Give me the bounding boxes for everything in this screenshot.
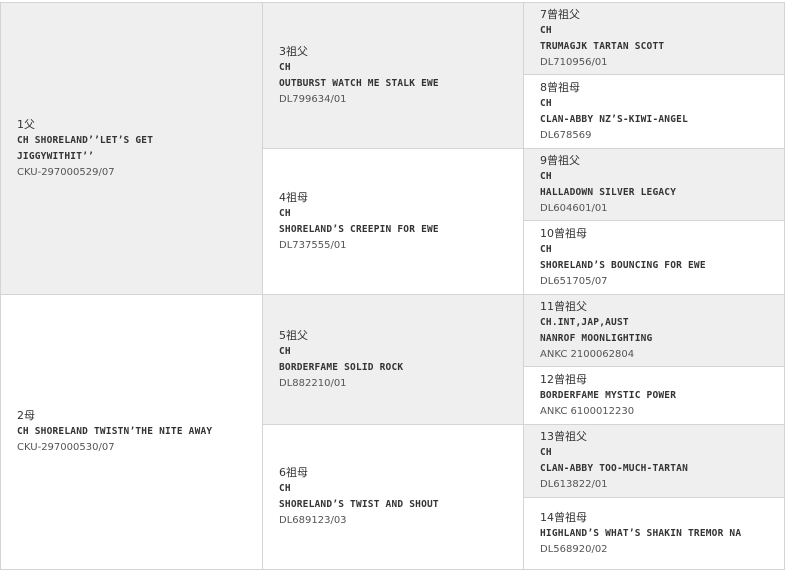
position-label: 9曾祖父 [540,153,580,167]
pedigree-cell-great-grandsire-7: 7曾祖父 CH TRUMAGJK TARTAN SCOTT DL710956/0… [523,2,785,75]
registration-number: DL737555/01 [279,239,347,251]
position-label: 10曾祖母 [540,226,587,240]
pedigree-cell-granddam-paternal: 4祖母 CH SHORELAND’S CREEPIN FOR EWE DL737… [262,148,524,295]
pedigree-cell-great-granddam-12: 12曾祖母 BORDERFAME MYSTIC POWER ANKC 61000… [523,366,785,425]
pedigree-cell-great-granddam-8: 8曾祖母 CH CLAN-ABBY NZ’S-KIWI-ANGEL DL6785… [523,74,785,149]
dog-title: CH [279,483,291,494]
position-label: 2母 [17,409,35,422]
dog-title: CH [279,61,291,73]
registration-number: DL604601/01 [540,202,608,214]
position-label: 7曾祖父 [540,7,580,21]
registration-number: CKU-297000530/07 [17,442,115,453]
registration-number: ANKC 2100062804 [540,348,635,360]
registration-number: DL613822/01 [540,479,608,490]
registration-number: CKU-297000529/07 [17,166,115,178]
dog-name: SHORELAND’S TWIST AND SHOUT [279,499,439,510]
pedigree-cell-great-granddam-14: 14曾祖母 HIGHLAND’S WHAT’S SHAKIN TREMOR NA… [523,497,785,570]
position-label: 8曾祖母 [540,80,580,94]
pedigree-cell-dam: 2母 CH SHORELAND TWISTN’THE NITE AWAY CKU… [0,294,263,570]
registration-number: DL799634/01 [279,93,347,105]
registration-number: DL710956/01 [540,56,608,68]
position-label: 3祖父 [279,44,308,58]
pedigree-cell-great-grandsire-9: 9曾祖父 CH HALLADOWN SILVER LEGACY DL604601… [523,148,785,221]
pedigree-cell-granddam-maternal: 6祖母 CH SHORELAND’S TWIST AND SHOUT DL689… [262,424,524,570]
registration-number: ANKC 6100012230 [540,405,635,417]
position-label: 12曾祖母 [540,372,587,386]
pedigree-table: 1父 CH SHORELAND’’LET’S GET JIGGYWITHIT’’ … [0,0,787,579]
dog-title: CH [279,207,291,219]
pedigree-cell-great-grandsire-11: 11曾祖父 CH.INT,JAP,AUST NANROF MOONLIGHTIN… [523,294,785,367]
dog-name: CH SHORELAND’’LET’S GET JIGGYWITHIT’’ [17,134,154,162]
dog-name: BORDERFAME MYSTIC POWER [540,389,677,401]
registration-number: DL678569 [540,129,592,141]
dog-title: CH [540,447,552,458]
dog-name: HIGHLAND’S WHAT’S SHAKIN TREMOR NA [540,527,742,539]
dog-name: TRUMAGJK TARTAN SCOTT [540,40,665,52]
dog-name: NANROF MOONLIGHTING [540,332,653,344]
position-label: 13曾祖父 [540,430,587,443]
registration-number: DL689123/03 [279,515,347,526]
dog-title: CH [279,345,291,357]
dog-name: CH SHORELAND TWISTN’THE NITE AWAY [17,426,213,437]
pedigree-cell-grandsire-paternal: 3祖父 CH OUTBURST WATCH ME STALK EWE DL799… [262,2,524,149]
dog-title: CH.INT,JAP,AUST [540,316,629,328]
dog-name: CLAN-ABBY NZ’S-KIWI-ANGEL [540,113,688,125]
dog-name: SHORELAND’S BOUNCING FOR EWE [540,259,706,271]
position-label: 5祖父 [279,328,308,342]
position-label: 11曾祖父 [540,299,587,313]
position-label: 4祖母 [279,190,308,204]
pedigree-cell-sire: 1父 CH SHORELAND’’LET’S GET JIGGYWITHIT’’ … [0,2,263,295]
registration-number: DL568920/02 [540,543,608,555]
dog-name: OUTBURST WATCH ME STALK EWE [279,77,439,89]
position-label: 6祖母 [279,466,308,479]
dog-name: BORDERFAME SOLID ROCK [279,361,404,373]
position-label: 14曾祖母 [540,510,587,524]
dog-title: CH [540,243,552,255]
dog-title: CH [540,97,552,109]
dog-name: HALLADOWN SILVER LEGACY [540,186,677,198]
dog-title: CH [540,24,552,36]
dog-title: CH [540,170,552,182]
pedigree-cell-great-granddam-10: 10曾祖母 CH SHORELAND’S BOUNCING FOR EWE DL… [523,220,785,295]
registration-number: DL651705/07 [540,275,608,287]
pedigree-cell-grandsire-maternal: 5祖父 CH BORDERFAME SOLID ROCK DL882210/01 [262,294,524,425]
pedigree-cell-great-grandsire-13: 13曾祖父 CH CLAN-ABBY TOO-MUCH-TARTAN DL613… [523,424,785,498]
dog-name: SHORELAND’S CREEPIN FOR EWE [279,223,439,235]
registration-number: DL882210/01 [279,377,347,389]
dog-name: CLAN-ABBY TOO-MUCH-TARTAN [540,463,688,474]
position-label: 1父 [17,117,35,131]
